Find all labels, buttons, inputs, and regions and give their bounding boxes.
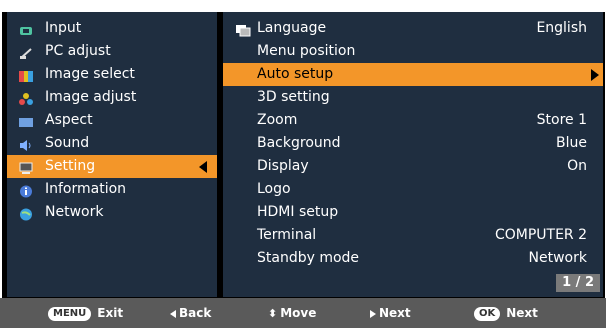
- menu-item-image-adjust[interactable]: Image adjust: [7, 86, 217, 109]
- hint-next-ok: OK Next: [474, 304, 538, 322]
- submenu-item-label: Terminal: [257, 227, 317, 243]
- submenu-item-value: On: [567, 158, 587, 174]
- language-icon: [235, 22, 251, 37]
- hint-exit-label: Exit: [97, 306, 124, 320]
- network-icon: [19, 206, 33, 221]
- key-hint-bar: MENU Exit Back ⬍ Move Next OK Next: [0, 298, 606, 328]
- hint-next-label: Next: [379, 306, 411, 320]
- submenu-item-label: Menu position: [257, 43, 356, 59]
- menu-item-label: Setting: [45, 158, 96, 174]
- hint-move: ⬍ Move: [268, 304, 316, 322]
- submenu-item-menu-position[interactable]: Menu position: [223, 40, 603, 63]
- hint-next-ok-label: Next: [506, 306, 538, 320]
- input-icon: [19, 22, 33, 35]
- image-select-icon: [19, 68, 33, 82]
- submenu-item-label: Zoom: [257, 112, 298, 128]
- ok-key-icon: OK: [474, 306, 501, 321]
- submenu-item-3d-setting[interactable]: 3D setting: [223, 86, 603, 109]
- submenu-list: Language English Menu position Auto setu…: [223, 17, 603, 270]
- menu-key-icon: MENU: [48, 306, 92, 321]
- menu-item-label: Image select: [45, 66, 135, 82]
- submenu-item-value: COMPUTER 2: [494, 227, 587, 243]
- submenu-item-value: Store 1: [536, 112, 587, 128]
- menu-item-label: PC adjust: [45, 43, 111, 59]
- main-menu-list: Input PC adjust Image select Image adjus…: [7, 17, 217, 224]
- submenu-item-logo[interactable]: Logo: [223, 178, 603, 201]
- submenu-item-label: Background: [257, 135, 341, 151]
- menu-item-label: Information: [45, 181, 127, 197]
- right-arrow-icon: [370, 309, 376, 318]
- submenu-item-hdmi-setup[interactable]: HDMI setup: [223, 201, 603, 224]
- sound-icon: [19, 137, 33, 151]
- menu-item-aspect[interactable]: Aspect: [7, 109, 217, 132]
- information-icon: [19, 183, 33, 198]
- setting-icon: [19, 160, 33, 174]
- submenu-item-terminal[interactable]: Terminal COMPUTER 2: [223, 224, 603, 247]
- submenu-item-label: Display: [257, 158, 309, 174]
- pc-adjust-icon: [19, 45, 33, 59]
- submenu-item-label: HDMI setup: [257, 204, 339, 220]
- submenu-item-label: Language: [257, 20, 327, 36]
- menu-item-network[interactable]: Network: [7, 201, 217, 224]
- submenu-item-label: Auto setup: [257, 66, 334, 82]
- menu-item-pc-adjust[interactable]: PC adjust: [7, 40, 217, 63]
- submenu-item-display[interactable]: Display On: [223, 155, 603, 178]
- submenu-item-label: Standby mode: [257, 250, 360, 266]
- submenu-item-label: 3D setting: [257, 89, 330, 105]
- submenu-item-zoom[interactable]: Zoom Store 1: [223, 109, 603, 132]
- up-down-arrow-icon: ⬍: [268, 306, 278, 320]
- menu-item-setting[interactable]: Setting: [7, 155, 217, 178]
- menu-item-label: Image adjust: [45, 89, 137, 105]
- menu-item-label: Sound: [45, 135, 90, 151]
- menu-item-sound[interactable]: Sound: [7, 132, 217, 155]
- hint-back: Back: [170, 304, 211, 322]
- left-arrow-icon: [170, 309, 176, 318]
- submenu-item-standby-mode[interactable]: Standby mode Network: [223, 247, 603, 270]
- submenu-item-value: English: [536, 20, 587, 36]
- selected-arrow-left-icon: [199, 161, 207, 173]
- submenu-item-value: Blue: [556, 135, 587, 151]
- hint-next-right: Next: [370, 304, 411, 322]
- image-adjust-icon: [19, 91, 33, 105]
- menu-item-label: Input: [45, 20, 82, 36]
- submenu-item-value: Network: [528, 250, 587, 266]
- submenu-item-background[interactable]: Background Blue: [223, 132, 603, 155]
- hint-back-label: Back: [179, 306, 212, 320]
- menu-item-label: Aspect: [45, 112, 93, 128]
- page-indicator: 1 / 2: [556, 274, 600, 292]
- menu-item-label: Network: [45, 204, 104, 220]
- settings-submenu-panel: Language English Menu position Auto setu…: [223, 12, 603, 297]
- menu-item-information[interactable]: Information: [7, 178, 217, 201]
- aspect-icon: [19, 114, 33, 127]
- menu-item-input[interactable]: Input: [7, 17, 217, 40]
- submenu-item-label: Logo: [257, 181, 291, 197]
- submenu-item-language[interactable]: Language English: [223, 17, 603, 40]
- hint-exit: MENU Exit: [48, 304, 123, 322]
- submenu-arrow-right-icon: [591, 69, 599, 81]
- menu-item-image-select[interactable]: Image select: [7, 63, 217, 86]
- osd-screen: Input PC adjust Image select Image adjus…: [0, 0, 606, 328]
- hint-move-label: Move: [280, 306, 317, 320]
- main-menu-panel: Input PC adjust Image select Image adjus…: [7, 12, 217, 297]
- submenu-item-auto-setup[interactable]: Auto setup: [223, 63, 603, 86]
- title-fragment: [0, 0, 606, 12]
